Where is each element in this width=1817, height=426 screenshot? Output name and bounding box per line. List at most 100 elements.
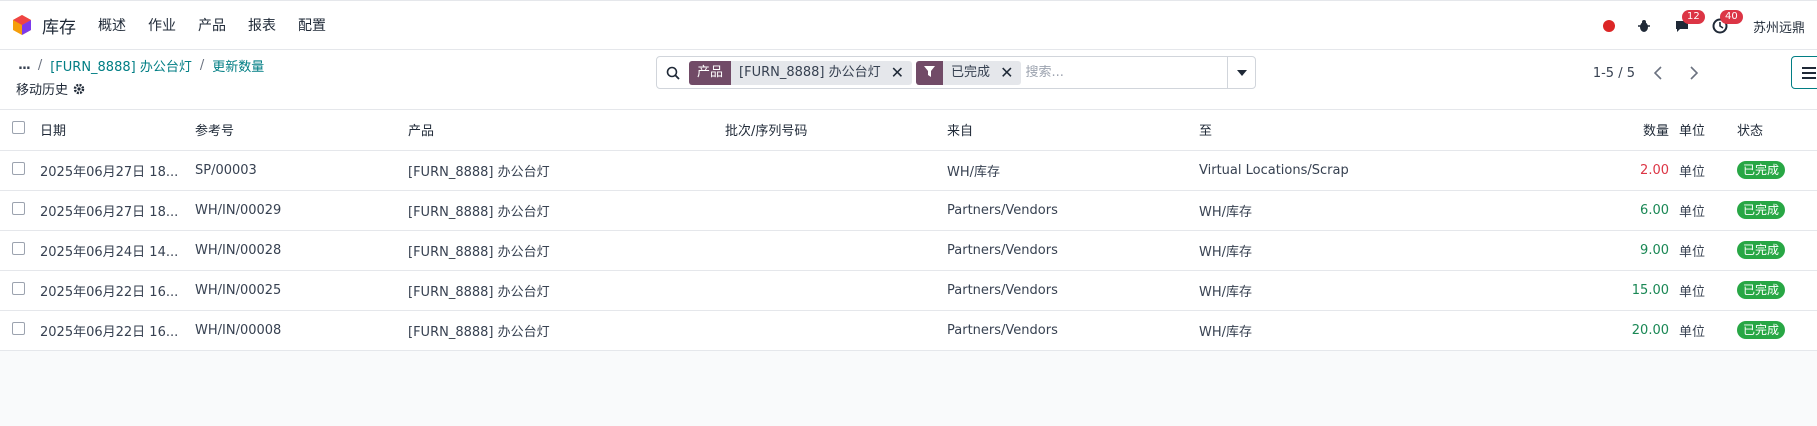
cell-uom: 单位: [1679, 150, 1737, 191]
table-header-row: 日期 参考号 产品 批次/序列号码 来自 至 数量 单位 状态: [0, 110, 1817, 151]
cell-reference: WH/IN/00028: [195, 230, 408, 271]
cell-from: WH/库存: [947, 150, 1199, 191]
cell-to: WH/库存: [1199, 310, 1583, 351]
top-navbar: 库存 概述 作业 产品 报表 配置 12 40 苏州远鼎: [0, 0, 1817, 50]
status-badge: 已完成: [1737, 161, 1786, 179]
remove-facet-close-icon[interactable]: ✕: [1000, 61, 1013, 85]
menu-overview[interactable]: 概述: [98, 15, 126, 35]
cell-lot-serial: [725, 270, 947, 311]
inventory-app-icon[interactable]: [12, 14, 32, 36]
search-facet-filter: 已完成 ✕: [916, 60, 1022, 85]
cell-status: 已完成: [1737, 150, 1817, 191]
column-header-to[interactable]: 至: [1199, 110, 1583, 151]
search-options-toggle[interactable]: [1227, 57, 1255, 88]
breadcrumb: ... / [FURN_8888] 办公台灯 / 更新数量: [18, 56, 264, 75]
table-row[interactable]: 2025年06月24日 14... WH/IN/00028 [FURN_8888] …: [0, 230, 1817, 271]
pager-next-chevron-right-icon[interactable]: [1681, 60, 1707, 86]
row-checkbox[interactable]: [0, 230, 40, 271]
remove-facet-close-icon[interactable]: ✕: [891, 61, 904, 85]
list-view-switch-icon[interactable]: [1791, 56, 1817, 89]
cell-status: 已完成: [1737, 270, 1817, 311]
cell-reference: WH/IN/00025: [195, 270, 408, 311]
menu-configuration[interactable]: 配置: [298, 15, 326, 35]
column-header-from[interactable]: 来自: [947, 110, 1199, 151]
column-header-reference[interactable]: 参考号: [195, 110, 408, 151]
messages-count-badge: 12: [1681, 10, 1705, 24]
status-badge: 已完成: [1737, 241, 1786, 259]
control-panel: ... / [FURN_8888] 办公台灯 / 更新数量 移动历史 产品 [F…: [0, 50, 1817, 110]
cell-uom: 单位: [1679, 230, 1737, 271]
cell-status: 已完成: [1737, 310, 1817, 351]
select-all-checkbox[interactable]: [0, 110, 40, 151]
search-icon: [657, 66, 689, 80]
cell-uom: 单位: [1679, 270, 1737, 311]
cell-product: [FURN_8888] 办公台灯: [408, 190, 725, 231]
facet-value-text: [FURN_8888] 办公台灯: [739, 64, 881, 80]
search-bar[interactable]: 产品 [FURN_8888] 办公台灯 ✕ 已完成 ✕: [656, 56, 1256, 89]
cell-quantity: 15.00: [1583, 270, 1679, 311]
table-row[interactable]: 2025年06月22日 16... WH/IN/00025 [FURN_8888] …: [0, 270, 1817, 311]
menu-operations[interactable]: 作业: [148, 15, 176, 35]
cell-quantity: 6.00: [1583, 190, 1679, 231]
breadcrumb-current[interactable]: 更新数量: [212, 56, 264, 75]
breadcrumb-ellipsis[interactable]: ...: [18, 58, 31, 73]
activities-count-badge: 40: [1719, 10, 1743, 24]
column-header-date[interactable]: 日期: [40, 110, 195, 151]
breadcrumb-product-link[interactable]: [FURN_8888] 办公台灯: [50, 56, 192, 75]
cell-quantity: 9.00: [1583, 230, 1679, 271]
column-header-uom[interactable]: 单位: [1679, 110, 1737, 151]
status-badge: 已完成: [1737, 201, 1786, 219]
cell-product: [FURN_8888] 办公台灯: [408, 310, 725, 351]
cell-date: 2025年06月22日 16...: [40, 270, 195, 311]
cell-date: 2025年06月27日 18...: [40, 150, 195, 191]
cell-reference: WH/IN/00029: [195, 190, 408, 231]
cell-reference: SP/00003: [195, 150, 408, 191]
cell-status: 已完成: [1737, 190, 1817, 231]
recording-dot-icon[interactable]: [1602, 20, 1615, 32]
debug-bug-icon[interactable]: [1635, 17, 1653, 35]
stock-moves-table: 日期 参考号 产品 批次/序列号码 来自 至 数量 单位 状态 2025年06月…: [0, 110, 1817, 351]
app-name[interactable]: 库存: [42, 13, 76, 38]
row-checkbox[interactable]: [0, 310, 40, 351]
row-checkbox[interactable]: [0, 270, 40, 311]
search-facet-product: 产品 [FURN_8888] 办公台灯 ✕: [689, 60, 913, 85]
column-header-quantity[interactable]: 数量: [1583, 110, 1679, 151]
cell-product: [FURN_8888] 办公台灯: [408, 270, 725, 311]
cell-product: [FURN_8888] 办公台灯: [408, 230, 725, 271]
menu-products[interactable]: 产品: [198, 15, 226, 35]
table-row[interactable]: 2025年06月27日 18... WH/IN/00029 [FURN_8888] …: [0, 190, 1817, 231]
cell-lot-serial: [725, 150, 947, 191]
messages-icon[interactable]: 12: [1673, 10, 1705, 35]
company-switcher[interactable]: 苏州远鼎: [1753, 17, 1805, 36]
activities-clock-icon[interactable]: 40: [1711, 10, 1743, 35]
caret-down-icon: [1236, 69, 1247, 76]
cell-to: WH/库存: [1199, 270, 1583, 311]
cell-from: Partners/Vendors: [947, 310, 1199, 351]
cell-lot-serial: [725, 310, 947, 351]
column-header-status[interactable]: 状态: [1737, 110, 1817, 151]
status-badge: 已完成: [1737, 281, 1786, 299]
cell-date: 2025年06月27日 18...: [40, 190, 195, 231]
column-header-product[interactable]: 产品: [408, 110, 725, 151]
cell-product: [FURN_8888] 办公台灯: [408, 150, 725, 191]
page-title-text: 移动历史: [16, 83, 69, 98]
cell-lot-serial: [725, 190, 947, 231]
facet-value: 已完成 ✕: [943, 60, 1022, 85]
search-input[interactable]: [1025, 65, 1227, 80]
table-row[interactable]: 2025年06月22日 16... WH/IN/00008 [FURN_8888] …: [0, 310, 1817, 351]
row-checkbox[interactable]: [0, 190, 40, 231]
cell-from: Partners/Vendors: [947, 190, 1199, 231]
pager-value[interactable]: 1-5 / 5: [1593, 66, 1635, 81]
menu-reporting[interactable]: 报表: [248, 15, 276, 35]
facet-value: [FURN_8888] 办公台灯 ✕: [731, 60, 913, 85]
column-header-lot-serial[interactable]: 批次/序列号码: [725, 110, 947, 151]
gear-icon[interactable]: [73, 83, 85, 95]
pager-previous-chevron-left-icon[interactable]: [1645, 60, 1671, 86]
cell-lot-serial: [725, 230, 947, 271]
row-checkbox[interactable]: [0, 150, 40, 191]
facet-label: 产品: [689, 60, 732, 85]
cell-from: Partners/Vendors: [947, 270, 1199, 311]
table-row[interactable]: 2025年06月27日 18... SP/00003 [FURN_8888] 办公台…: [0, 150, 1817, 191]
page-title: 移动历史: [16, 79, 85, 98]
breadcrumb-separator: /: [37, 58, 43, 73]
